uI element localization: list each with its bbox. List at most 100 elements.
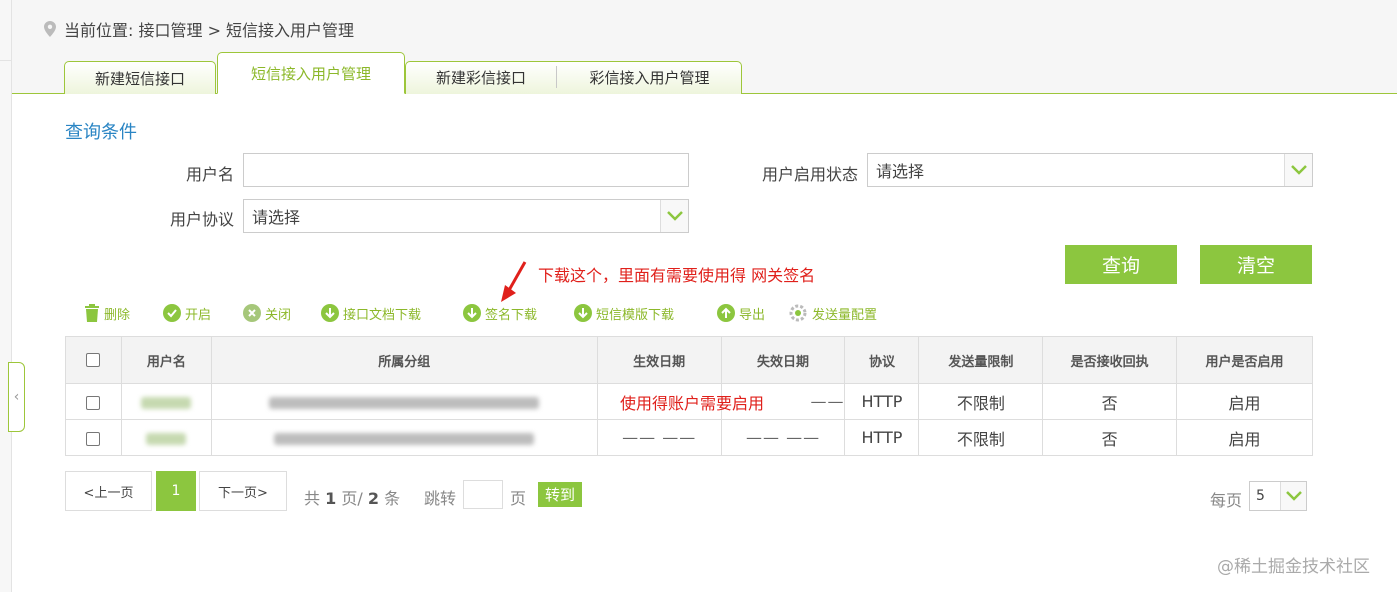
- username-label: 用户名: [185, 165, 234, 184]
- query-section-title: 查询条件: [65, 122, 137, 143]
- enable-label: 开启: [185, 307, 212, 323]
- header-enabled[interactable]: 用户是否启用: [1176, 336, 1313, 384]
- end-date-cell: —— ——: [720, 419, 846, 456]
- total-pages: 1: [325, 489, 337, 508]
- header-start-date[interactable]: 生效日期: [596, 336, 722, 384]
- header-protocol[interactable]: 协议: [844, 336, 920, 384]
- enable-button[interactable]: 开启: [163, 300, 211, 326]
- sign-download-label: 签名下载: [485, 307, 538, 323]
- page-total-text: 共 1 页/ 2 条: [304, 485, 400, 509]
- disable-button[interactable]: 关闭: [243, 300, 291, 326]
- search-button[interactable]: 查询: [1065, 245, 1177, 284]
- tab-label: 新建短信接口: [94, 69, 185, 88]
- table-row[interactable]: —— —— —— —— HTTP 不限制 否 启用: [65, 419, 1313, 456]
- tab-new-sms-interface[interactable]: 新建短信接口: [64, 61, 216, 94]
- row-checkbox[interactable]: [86, 431, 101, 446]
- gear-icon: [789, 304, 807, 322]
- status-select-value: 请选择: [876, 162, 925, 181]
- annotation-arrow-icon: [501, 261, 527, 302]
- left-edge: [0, 0, 12, 592]
- chevron-down-icon: [1284, 154, 1312, 186]
- table-header-row: 用户名 所属分组 生效日期 失效日期 协议 发送量限制 是否接收回执 用户是否启…: [65, 336, 1313, 384]
- breadcrumb-text: 当前位置: 接口管理 > 短信接入用户管理: [64, 21, 355, 40]
- row-checkbox[interactable]: [86, 395, 101, 410]
- header-send-limit[interactable]: 发送量限制: [918, 336, 1044, 384]
- send-limit-cell: 不限制: [918, 383, 1044, 420]
- per-page-select[interactable]: 5: [1249, 481, 1307, 511]
- go-button[interactable]: 转到: [538, 482, 582, 507]
- export-button[interactable]: 导出: [717, 300, 765, 326]
- disable-label: 关闭: [265, 307, 292, 323]
- header-receipt[interactable]: 是否接收回执: [1042, 336, 1178, 384]
- tab-label: 短信接入用户管理: [250, 64, 371, 83]
- redacted-group: [269, 396, 540, 409]
- tab-label: 新建彩信接口: [435, 69, 526, 87]
- header-group[interactable]: 所属分组: [210, 336, 598, 384]
- username-input[interactable]: [243, 153, 689, 187]
- pages-suffix: 页/: [341, 489, 363, 508]
- send-limit-cell: 不限制: [918, 419, 1044, 456]
- prev-page-button[interactable]: <上一页: [65, 471, 152, 511]
- tab-mms-user-management[interactable]: 彩信接入用户管理: [557, 61, 742, 94]
- status-select[interactable]: 请选择: [867, 153, 1313, 187]
- status-label: 用户启用状态: [761, 165, 858, 184]
- enabled-cell: 启用: [1176, 383, 1313, 420]
- download-icon: [574, 304, 592, 322]
- start-date: —— ——: [622, 428, 697, 447]
- group-cell: [210, 419, 598, 456]
- username-cell: [120, 383, 212, 420]
- sign-download-button[interactable]: 签名下载: [463, 300, 537, 326]
- redacted-group: [274, 432, 535, 445]
- download-icon: [463, 304, 481, 322]
- end-date: —— ——: [745, 428, 821, 447]
- annotation-text: 下载这个，里面有需要使用得 网关签名: [538, 266, 816, 285]
- protocol-cell: HTTP: [844, 383, 920, 420]
- protocol-select[interactable]: 请选择: [243, 199, 689, 233]
- jump-suffix: 页: [510, 489, 527, 508]
- download-icon: [321, 304, 339, 322]
- send-config-button[interactable]: 发送量配置: [788, 300, 877, 326]
- delete-button[interactable]: 删除: [84, 300, 130, 326]
- upload-icon: [717, 304, 735, 322]
- username-cell: [120, 419, 212, 456]
- trash-icon: [85, 304, 99, 322]
- tab-bar: 新建短信接口 短信接入用户管理 新建彩信接口 彩信接入用户管理: [12, 52, 1397, 94]
- select-all-checkbox[interactable]: [86, 353, 101, 367]
- row-annotation-text: 使用得账户需要启用: [620, 394, 765, 413]
- location-pin-icon: [44, 21, 56, 37]
- template-download-label: 短信模版下载: [596, 307, 675, 323]
- next-page-button[interactable]: 下一页>: [199, 471, 287, 511]
- jump-label: 跳转: [424, 489, 457, 508]
- sidebar-collapse-handle[interactable]: ‹: [8, 362, 25, 432]
- breadcrumb-bar: 当前位置: 接口管理 > 短信接入用户管理: [12, 0, 1397, 54]
- check-circle-icon: [163, 304, 181, 322]
- receipt-cell: 否: [1042, 383, 1178, 420]
- total-prefix: 共: [304, 489, 321, 508]
- protocol-select-value: 请选择: [252, 208, 301, 227]
- breadcrumb: 当前位置: 接口管理 > 短信接入用户管理: [44, 17, 354, 41]
- current-page-button[interactable]: 1: [156, 471, 196, 511]
- header-end-date[interactable]: 失效日期: [720, 336, 846, 384]
- group-cell: [210, 383, 598, 420]
- header-username[interactable]: 用户名: [120, 336, 212, 384]
- tab-new-mms-interface[interactable]: 新建彩信接口: [405, 61, 557, 94]
- items-suffix: 条: [384, 489, 401, 508]
- clear-button[interactable]: 清空: [1200, 245, 1312, 284]
- protocol-label: 用户协议: [169, 210, 234, 229]
- total-items: 2: [367, 489, 379, 508]
- export-label: 导出: [739, 307, 766, 323]
- watermark: @稀土掘金技术社区: [1217, 557, 1370, 577]
- chevron-left-icon: ‹: [13, 389, 20, 405]
- receipt-cell: 否: [1042, 419, 1178, 456]
- enabled-cell: 启用: [1176, 419, 1313, 456]
- row-select-cell: [65, 383, 122, 420]
- tab-sms-user-management[interactable]: 短信接入用户管理: [217, 52, 405, 94]
- template-download-button[interactable]: 短信模版下载: [574, 300, 674, 326]
- select-all-cell: [65, 336, 122, 384]
- chevron-down-icon: [1280, 482, 1306, 510]
- redacted-username: [141, 396, 192, 409]
- tab-label: 彩信接入用户管理: [589, 69, 710, 87]
- doc-download-button[interactable]: 接口文档下载: [321, 300, 421, 326]
- jump-page-input[interactable]: [463, 480, 503, 509]
- start-date-cell: —— ——: [596, 419, 722, 456]
